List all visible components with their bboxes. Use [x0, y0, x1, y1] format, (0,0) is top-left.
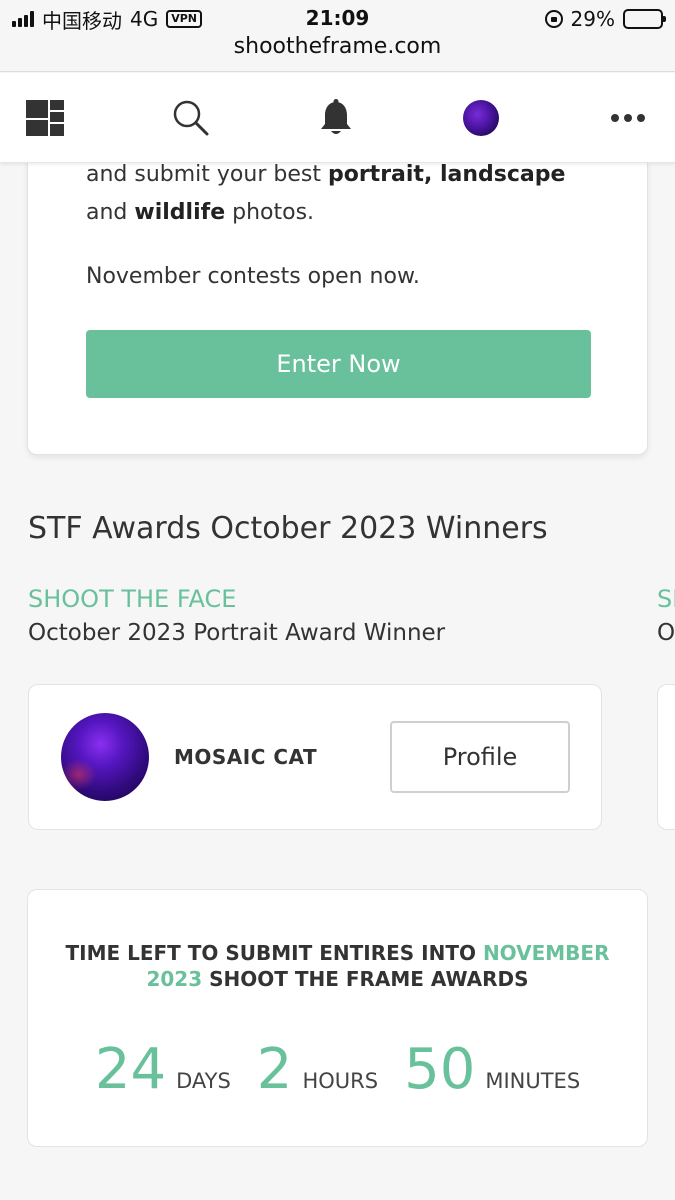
bell-icon: [321, 99, 351, 134]
contest-promo-card: and submit your best portrait, landscape…: [27, 163, 648, 455]
promo-text: and: [86, 200, 135, 225]
rotation-lock-icon: [544, 10, 563, 28]
category-subtitle-next: O: [657, 620, 675, 646]
winners-section-title: STF Awards October 2023 Winners: [28, 511, 548, 546]
minutes-label: MINUTES: [485, 1069, 581, 1093]
more-menu-button[interactable]: [600, 73, 656, 163]
countdown-heading-text: SHOOT THE FRAME AWARDS: [202, 967, 529, 991]
status-bar: 中国移动 4G VPN 21:09 29% shootheframe.com: [0, 0, 675, 72]
enter-now-button[interactable]: Enter Now: [86, 330, 591, 398]
profile-button[interactable]: Profile: [390, 721, 570, 793]
home-logo-button[interactable]: [18, 73, 72, 163]
countdown-values: 24 DAYS 2 HOURS 50 MINUTES: [28, 1040, 647, 1100]
battery-percent: 29%: [570, 7, 615, 31]
search-icon: [173, 100, 209, 136]
hours-label: HOURS: [302, 1069, 379, 1093]
category-title-next: SI: [657, 585, 675, 613]
category-title: SHOOT THE FACE: [28, 585, 237, 613]
winner-avatar[interactable]: [61, 713, 149, 801]
category-subtitle: October 2023 Portrait Award Winner: [28, 620, 446, 646]
grid-logo-icon: [26, 100, 64, 136]
page-content: and submit your best portrait, landscape…: [0, 163, 675, 1200]
promo-text: photos.: [225, 200, 315, 225]
promo-line-1: and submit your best portrait, landscape: [86, 163, 565, 194]
promo-bold-text: wildlife: [134, 200, 226, 225]
countdown-heading: TIME LEFT TO SUBMIT ENTIRES INTO NOVEMBE…: [58, 940, 617, 992]
search-button[interactable]: [164, 73, 218, 163]
notifications-button[interactable]: [309, 73, 363, 163]
status-right: 29%: [544, 6, 666, 32]
promo-line-2: and wildlife photos.: [86, 194, 314, 232]
battery-icon: [623, 9, 666, 29]
promo-line-3: November contests open now.: [86, 264, 420, 289]
countdown-card: TIME LEFT TO SUBMIT ENTIRES INTO NOVEMBE…: [27, 889, 648, 1147]
countdown-heading-text: TIME LEFT TO SUBMIT ENTIRES INTO: [65, 941, 483, 965]
days-value: 24: [94, 1037, 167, 1102]
more-icon: [611, 114, 645, 122]
address-bar-url[interactable]: shootheframe.com: [0, 34, 675, 59]
avatar: [463, 100, 499, 136]
promo-bold-text: portrait, landscape: [327, 163, 566, 187]
winner-card: MOSAIC CAT Profile: [28, 684, 602, 830]
winner-card-next[interactable]: [657, 684, 675, 830]
site-nav: [0, 73, 675, 163]
winner-name[interactable]: MOSAIC CAT: [174, 745, 317, 769]
minutes-value: 50: [404, 1037, 476, 1102]
profile-menu-button[interactable]: [454, 73, 508, 163]
promo-text: and submit your best: [86, 163, 328, 187]
hours-value: 2: [256, 1037, 293, 1102]
days-label: DAYS: [176, 1069, 231, 1093]
